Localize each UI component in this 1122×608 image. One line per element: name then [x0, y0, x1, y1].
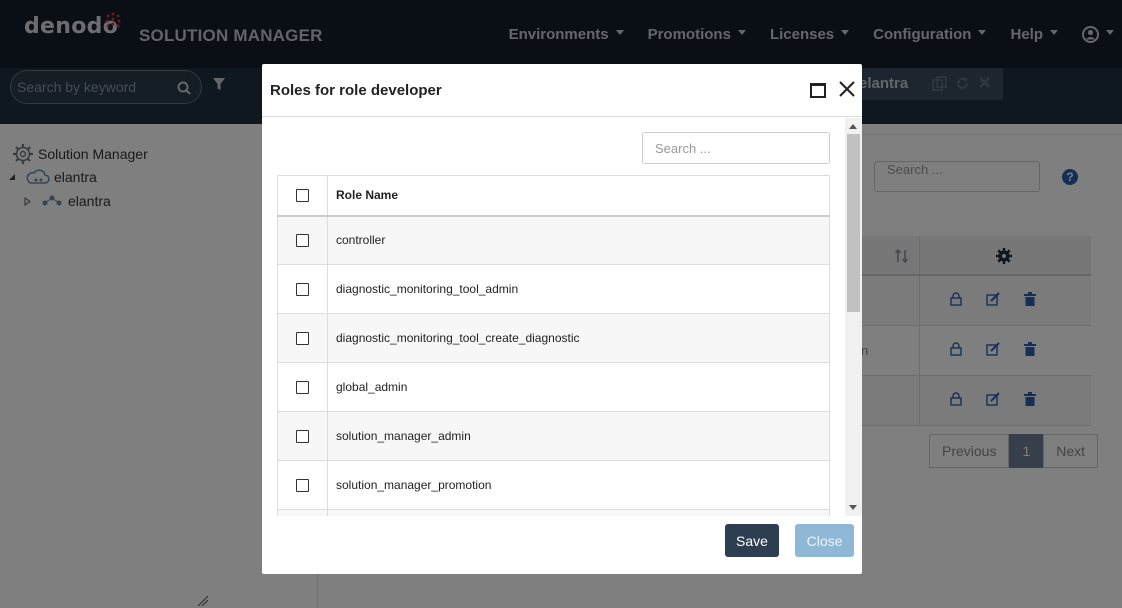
select-all-checkbox[interactable] — [296, 189, 309, 203]
checkbox-cell — [277, 264, 328, 314]
table-row: diagnostic_monitoring_tool_admin — [277, 264, 830, 314]
role-search-input[interactable] — [642, 132, 830, 164]
roles-dialog: Roles for role developer Role Name contr… — [262, 64, 862, 574]
dialog-title: Roles for role developer — [270, 82, 442, 99]
role-checkbox[interactable] — [296, 332, 309, 346]
close-icon[interactable] — [838, 80, 856, 98]
column-header-role-name[interactable]: Role Name — [327, 175, 830, 217]
table-row: solution_manager_promotion — [277, 460, 830, 510]
dialog-footer: Save Close — [262, 516, 862, 574]
role-name-cell: global_admin — [327, 362, 830, 412]
role-name-cell: controller — [327, 215, 830, 265]
table-header-row: Role Name — [277, 175, 830, 217]
table-row: diagnostic_monitoring_tool_create_diagno… — [277, 313, 830, 363]
table-row: global_admin — [277, 362, 830, 412]
dialog-body: Role Name controller diagnostic_monitori… — [262, 118, 862, 516]
select-all-cell — [277, 175, 328, 217]
dialog-header: Roles for role developer — [262, 64, 862, 117]
table-row: solution_manager_admin — [277, 411, 830, 461]
scroll-up-arrow-icon[interactable] — [849, 124, 857, 129]
save-button[interactable]: Save — [725, 524, 779, 557]
maximize-icon[interactable] — [810, 83, 826, 98]
role-name-cell: diagnostic_monitoring_tool_create_diagno… — [327, 313, 830, 363]
checkbox-cell — [277, 411, 328, 461]
close-button[interactable]: Close — [795, 524, 854, 557]
role-checkbox[interactable] — [296, 234, 309, 248]
checkbox-cell — [277, 215, 328, 265]
role-checkbox[interactable] — [296, 479, 309, 493]
scrollbar-thumb[interactable] — [847, 134, 860, 312]
role-name-cell: solution_manager_admin — [327, 411, 830, 461]
table-row: controller — [277, 215, 830, 265]
role-checkbox[interactable] — [296, 381, 309, 395]
checkbox-cell — [277, 362, 328, 412]
role-checkbox[interactable] — [296, 283, 309, 297]
role-name-cell: diagnostic_monitoring_tool_admin — [327, 264, 830, 314]
roles-table: Role Name controller diagnostic_monitori… — [277, 175, 830, 516]
dialog-scrollbar[interactable] — [845, 118, 862, 516]
role-name-cell: solution_manager_promotion — [327, 460, 830, 510]
checkbox-cell — [277, 313, 328, 363]
scroll-down-arrow-icon[interactable] — [849, 505, 857, 510]
checkbox-cell — [277, 460, 328, 510]
role-checkbox[interactable] — [296, 430, 309, 444]
